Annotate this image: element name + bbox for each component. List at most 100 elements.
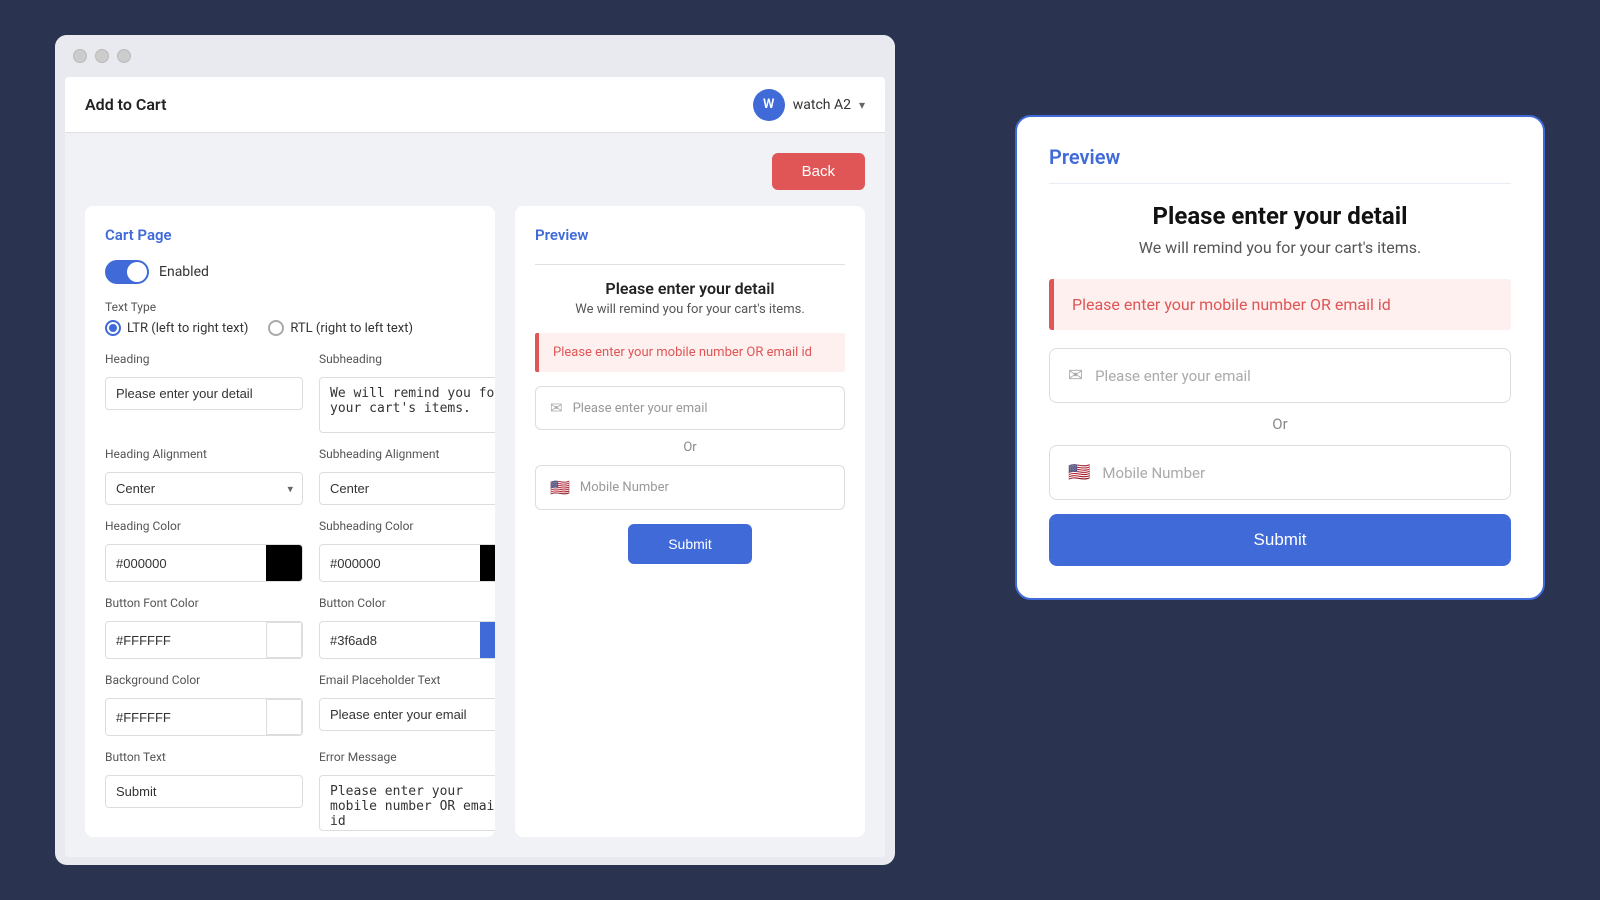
- email-placeholder-label: Email Placeholder Text: [319, 673, 495, 687]
- subheading-alignment-select[interactable]: Center Left Right: [319, 472, 495, 505]
- big-preview-subheading: We will remind you for your cart's items…: [1049, 238, 1511, 257]
- toggle-label: Enabled: [159, 264, 209, 280]
- heading-group: Heading: [105, 352, 303, 433]
- heading-color-input[interactable]: [106, 548, 266, 579]
- button-font-color-swatch[interactable]: [266, 622, 302, 658]
- heading-input[interactable]: [105, 377, 303, 410]
- small-preview-panel: Preview Please enter your detail We will…: [515, 206, 865, 837]
- ltr-option[interactable]: LTR (left to right text): [105, 320, 248, 336]
- form-grid: Heading Subheading Heading Alignment: [105, 352, 475, 837]
- small-phone-placeholder: Mobile Number: [580, 480, 669, 495]
- main-area: Back Cart Page Enabled Text Type: [65, 133, 885, 857]
- small-email-input[interactable]: ✉ Please enter your email: [535, 386, 845, 430]
- browser-dot-1: [73, 49, 87, 63]
- big-preview-panel: Preview Please enter your detail We will…: [1015, 115, 1545, 600]
- panels-row: Cart Page Enabled Text Type LTR (left to…: [85, 206, 865, 837]
- background-color-group: Background Color: [105, 673, 303, 736]
- heading-label: Heading: [105, 352, 303, 366]
- heading-alignment-label: Heading Alignment: [105, 447, 303, 461]
- user-name[interactable]: watch A2: [793, 97, 851, 113]
- flag-icon: 🇺🇸: [550, 478, 570, 497]
- small-error-text: Please enter your mobile number OR email…: [553, 345, 812, 360]
- subheading-color-group: Subheading Color: [319, 519, 495, 582]
- browser-dot-2: [95, 49, 109, 63]
- big-email-placeholder: Please enter your email: [1095, 367, 1251, 385]
- subheading-alignment-label: Subheading Alignment: [319, 447, 495, 461]
- button-color-swatch[interactable]: [480, 622, 495, 658]
- button-color-input[interactable]: [320, 625, 480, 656]
- big-phone-input[interactable]: 🇺🇸 Mobile Number: [1049, 445, 1511, 500]
- chevron-down-icon[interactable]: ▾: [859, 98, 865, 112]
- heading-color-input-row: [105, 544, 303, 582]
- big-error-alert: Please enter your mobile number OR email…: [1049, 279, 1511, 330]
- big-preview-title: Preview: [1049, 145, 1511, 184]
- app-content: Add to Cart W watch A2 ▾ Back Cart Page: [65, 77, 885, 857]
- small-error-alert: Please enter your mobile number OR email…: [535, 333, 845, 372]
- browser-dot-3: [117, 49, 131, 63]
- small-phone-input[interactable]: 🇺🇸 Mobile Number: [535, 465, 845, 510]
- browser-titlebar: [55, 35, 895, 77]
- subheading-input[interactable]: [319, 377, 495, 433]
- heading-color-swatch[interactable]: [266, 545, 302, 581]
- browser-window: Add to Cart W watch A2 ▾ Back Cart Page: [55, 35, 895, 865]
- heading-alignment-select[interactable]: Center Left Right: [105, 472, 303, 505]
- button-color-group: Button Color: [319, 596, 495, 659]
- subheading-color-label: Subheading Color: [319, 519, 495, 533]
- big-error-text: Please enter your mobile number OR email…: [1072, 295, 1391, 314]
- small-submit-button[interactable]: Submit: [628, 524, 752, 564]
- email-placeholder-group: Email Placeholder Text: [319, 673, 495, 736]
- heading-alignment-wrapper: Center Left Right ▾: [105, 472, 303, 505]
- button-text-input[interactable]: [105, 775, 303, 808]
- background-color-input-row: [105, 698, 303, 736]
- enabled-toggle[interactable]: [105, 260, 149, 284]
- rtl-option[interactable]: RTL (right to left text): [268, 320, 413, 336]
- cart-panel-title: Cart Page: [105, 226, 475, 244]
- ltr-radio[interactable]: [105, 320, 121, 336]
- button-text-group: Button Text: [105, 750, 303, 831]
- big-preview-heading: Please enter your detail: [1049, 202, 1511, 230]
- big-submit-button[interactable]: Submit: [1049, 514, 1511, 566]
- background-color-swatch[interactable]: [266, 699, 302, 735]
- heading-color-label: Heading Color: [105, 519, 303, 533]
- top-nav: Add to Cart W watch A2 ▾: [65, 77, 885, 133]
- section-divider: [535, 264, 845, 265]
- button-font-color-input[interactable]: [106, 625, 266, 656]
- big-or-divider: Or: [1049, 415, 1511, 433]
- error-message-input[interactable]: [319, 775, 495, 831]
- preview-heading: Please enter your detail: [605, 279, 774, 298]
- email-placeholder-input[interactable]: [319, 698, 495, 731]
- text-type-row: Text Type LTR (left to right text) RTL (…: [105, 300, 475, 336]
- heading-alignment-group: Heading Alignment Center Left Right ▾: [105, 447, 303, 505]
- ltr-label: LTR (left to right text): [127, 321, 248, 336]
- rtl-label: RTL (right to left text): [290, 321, 413, 336]
- small-preview-title: Preview: [535, 226, 845, 244]
- user-avatar[interactable]: W: [753, 89, 785, 121]
- subheading-color-swatch[interactable]: [480, 545, 495, 581]
- button-font-color-label: Button Font Color: [105, 596, 303, 610]
- heading-color-group: Heading Color: [105, 519, 303, 582]
- text-type-radio-group: LTR (left to right text) RTL (right to l…: [105, 320, 475, 336]
- button-color-input-row: [319, 621, 495, 659]
- small-email-placeholder: Please enter your email: [573, 401, 708, 416]
- subheading-color-input-row: [319, 544, 495, 582]
- app-title: Add to Cart: [85, 95, 166, 114]
- subheading-color-input[interactable]: [320, 548, 480, 579]
- background-color-input[interactable]: [106, 702, 266, 733]
- subheading-group: Subheading: [319, 352, 495, 433]
- error-message-label: Error Message: [319, 750, 495, 764]
- cart-panel: Cart Page Enabled Text Type LTR (left to…: [85, 206, 495, 837]
- mail-icon: ✉: [550, 399, 563, 417]
- small-or-divider: Or: [683, 440, 696, 455]
- big-mail-icon: ✉: [1068, 365, 1083, 386]
- button-color-label: Button Color: [319, 596, 495, 610]
- big-email-input[interactable]: ✉ Please enter your email: [1049, 348, 1511, 403]
- rtl-radio[interactable]: [268, 320, 284, 336]
- button-font-color-input-row: [105, 621, 303, 659]
- subheading-alignment-wrapper: Center Left Right ▾: [319, 472, 495, 505]
- nav-right: W watch A2 ▾: [753, 89, 865, 121]
- back-button[interactable]: Back: [772, 153, 865, 190]
- preview-subheading: We will remind you for your cart's items…: [575, 302, 805, 317]
- text-type-label: Text Type: [105, 300, 475, 314]
- back-btn-row: Back: [85, 153, 865, 190]
- big-flag-icon: 🇺🇸: [1068, 462, 1090, 483]
